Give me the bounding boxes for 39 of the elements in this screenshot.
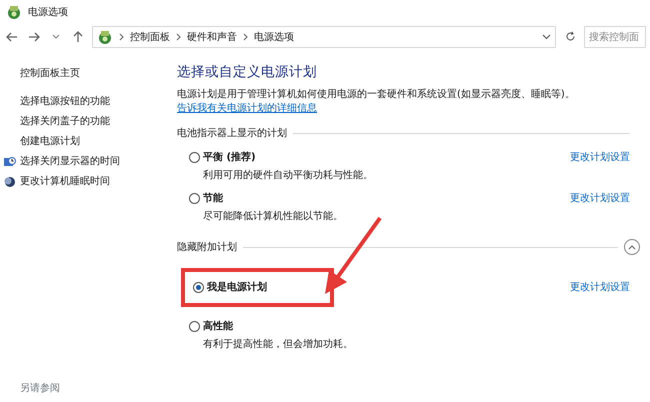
section-title: 电池指示器上显示的计划 <box>177 126 287 141</box>
power-options-icon <box>6 4 22 20</box>
sidebar-link[interactable]: 选择关闭显示器的时间 <box>20 152 120 172</box>
address-bar[interactable]: 控制面板 硬件和声音 电源选项 <box>92 26 556 48</box>
change-plan-settings-link[interactable]: 更改计划设置 <box>570 280 630 296</box>
window-title: 电源选项 <box>28 6 68 20</box>
back-arrow-icon <box>6 32 18 42</box>
control-panel-icon <box>97 29 113 45</box>
page-heading: 选择或自定义电源计划 <box>177 63 318 82</box>
chevron-up-icon <box>628 244 636 250</box>
sidebar-link[interactable]: 创建电源计划 <box>20 132 80 152</box>
collapse-button[interactable] <box>624 239 640 256</box>
forward-button[interactable] <box>26 30 42 44</box>
up-arrow-icon <box>73 30 83 43</box>
caret-icon <box>52 34 60 40</box>
plan-radio[interactable]: 高性能 <box>189 319 353 334</box>
sidebar-link[interactable]: 更改计算机睡眠时间 <box>20 172 110 192</box>
breadcrumb-item[interactable]: 控制面板 <box>130 30 170 44</box>
search-field[interactable]: 搜索控制面 <box>584 26 646 48</box>
description-text: 电源计划是用于管理计算机如何使用电源的一套硬件和系统设置(如显示器亮度、睡眠等)。 告诉我有关电源计划的详细信息 <box>177 88 576 116</box>
back-button[interactable] <box>4 30 20 44</box>
see-also-heading: 另请参阅 <box>20 382 61 396</box>
breadcrumb-item[interactable]: 硬件和声音 <box>187 30 237 44</box>
sidebar-link[interactable]: 控制面板主页 <box>20 64 80 84</box>
sidebar-link[interactable]: 选择关闭盖子的功能 <box>20 112 110 132</box>
section-title: 隐藏附加计划 <box>177 240 237 255</box>
plan-description: 有利于提高性能，但会增加功耗。 <box>202 338 353 352</box>
plan-radio[interactable]: 平衡 (推荐) <box>189 150 373 166</box>
details-link[interactable]: 告诉我有关电源计划的详细信息 <box>177 102 317 116</box>
plan-description: 利用可用的硬件自动平衡功耗与性能。 <box>202 168 373 184</box>
plan-radio[interactable]: 我是电源计划 <box>193 280 316 296</box>
plan-description: 尽可能降低计算机性能以节能。 <box>202 210 343 224</box>
plan-radio[interactable]: 节能 <box>189 191 343 206</box>
change-plan-settings-link[interactable]: 更改计划设置 <box>570 150 630 166</box>
sidebar-link[interactable]: 选择电源按钮的功能 <box>20 92 110 112</box>
refresh-icon <box>564 31 576 42</box>
change-plan-settings-link[interactable]: 更改计划设置 <box>570 191 630 206</box>
forward-arrow-icon <box>28 32 40 42</box>
breadcrumb-item[interactable]: 电源选项 <box>254 30 294 44</box>
